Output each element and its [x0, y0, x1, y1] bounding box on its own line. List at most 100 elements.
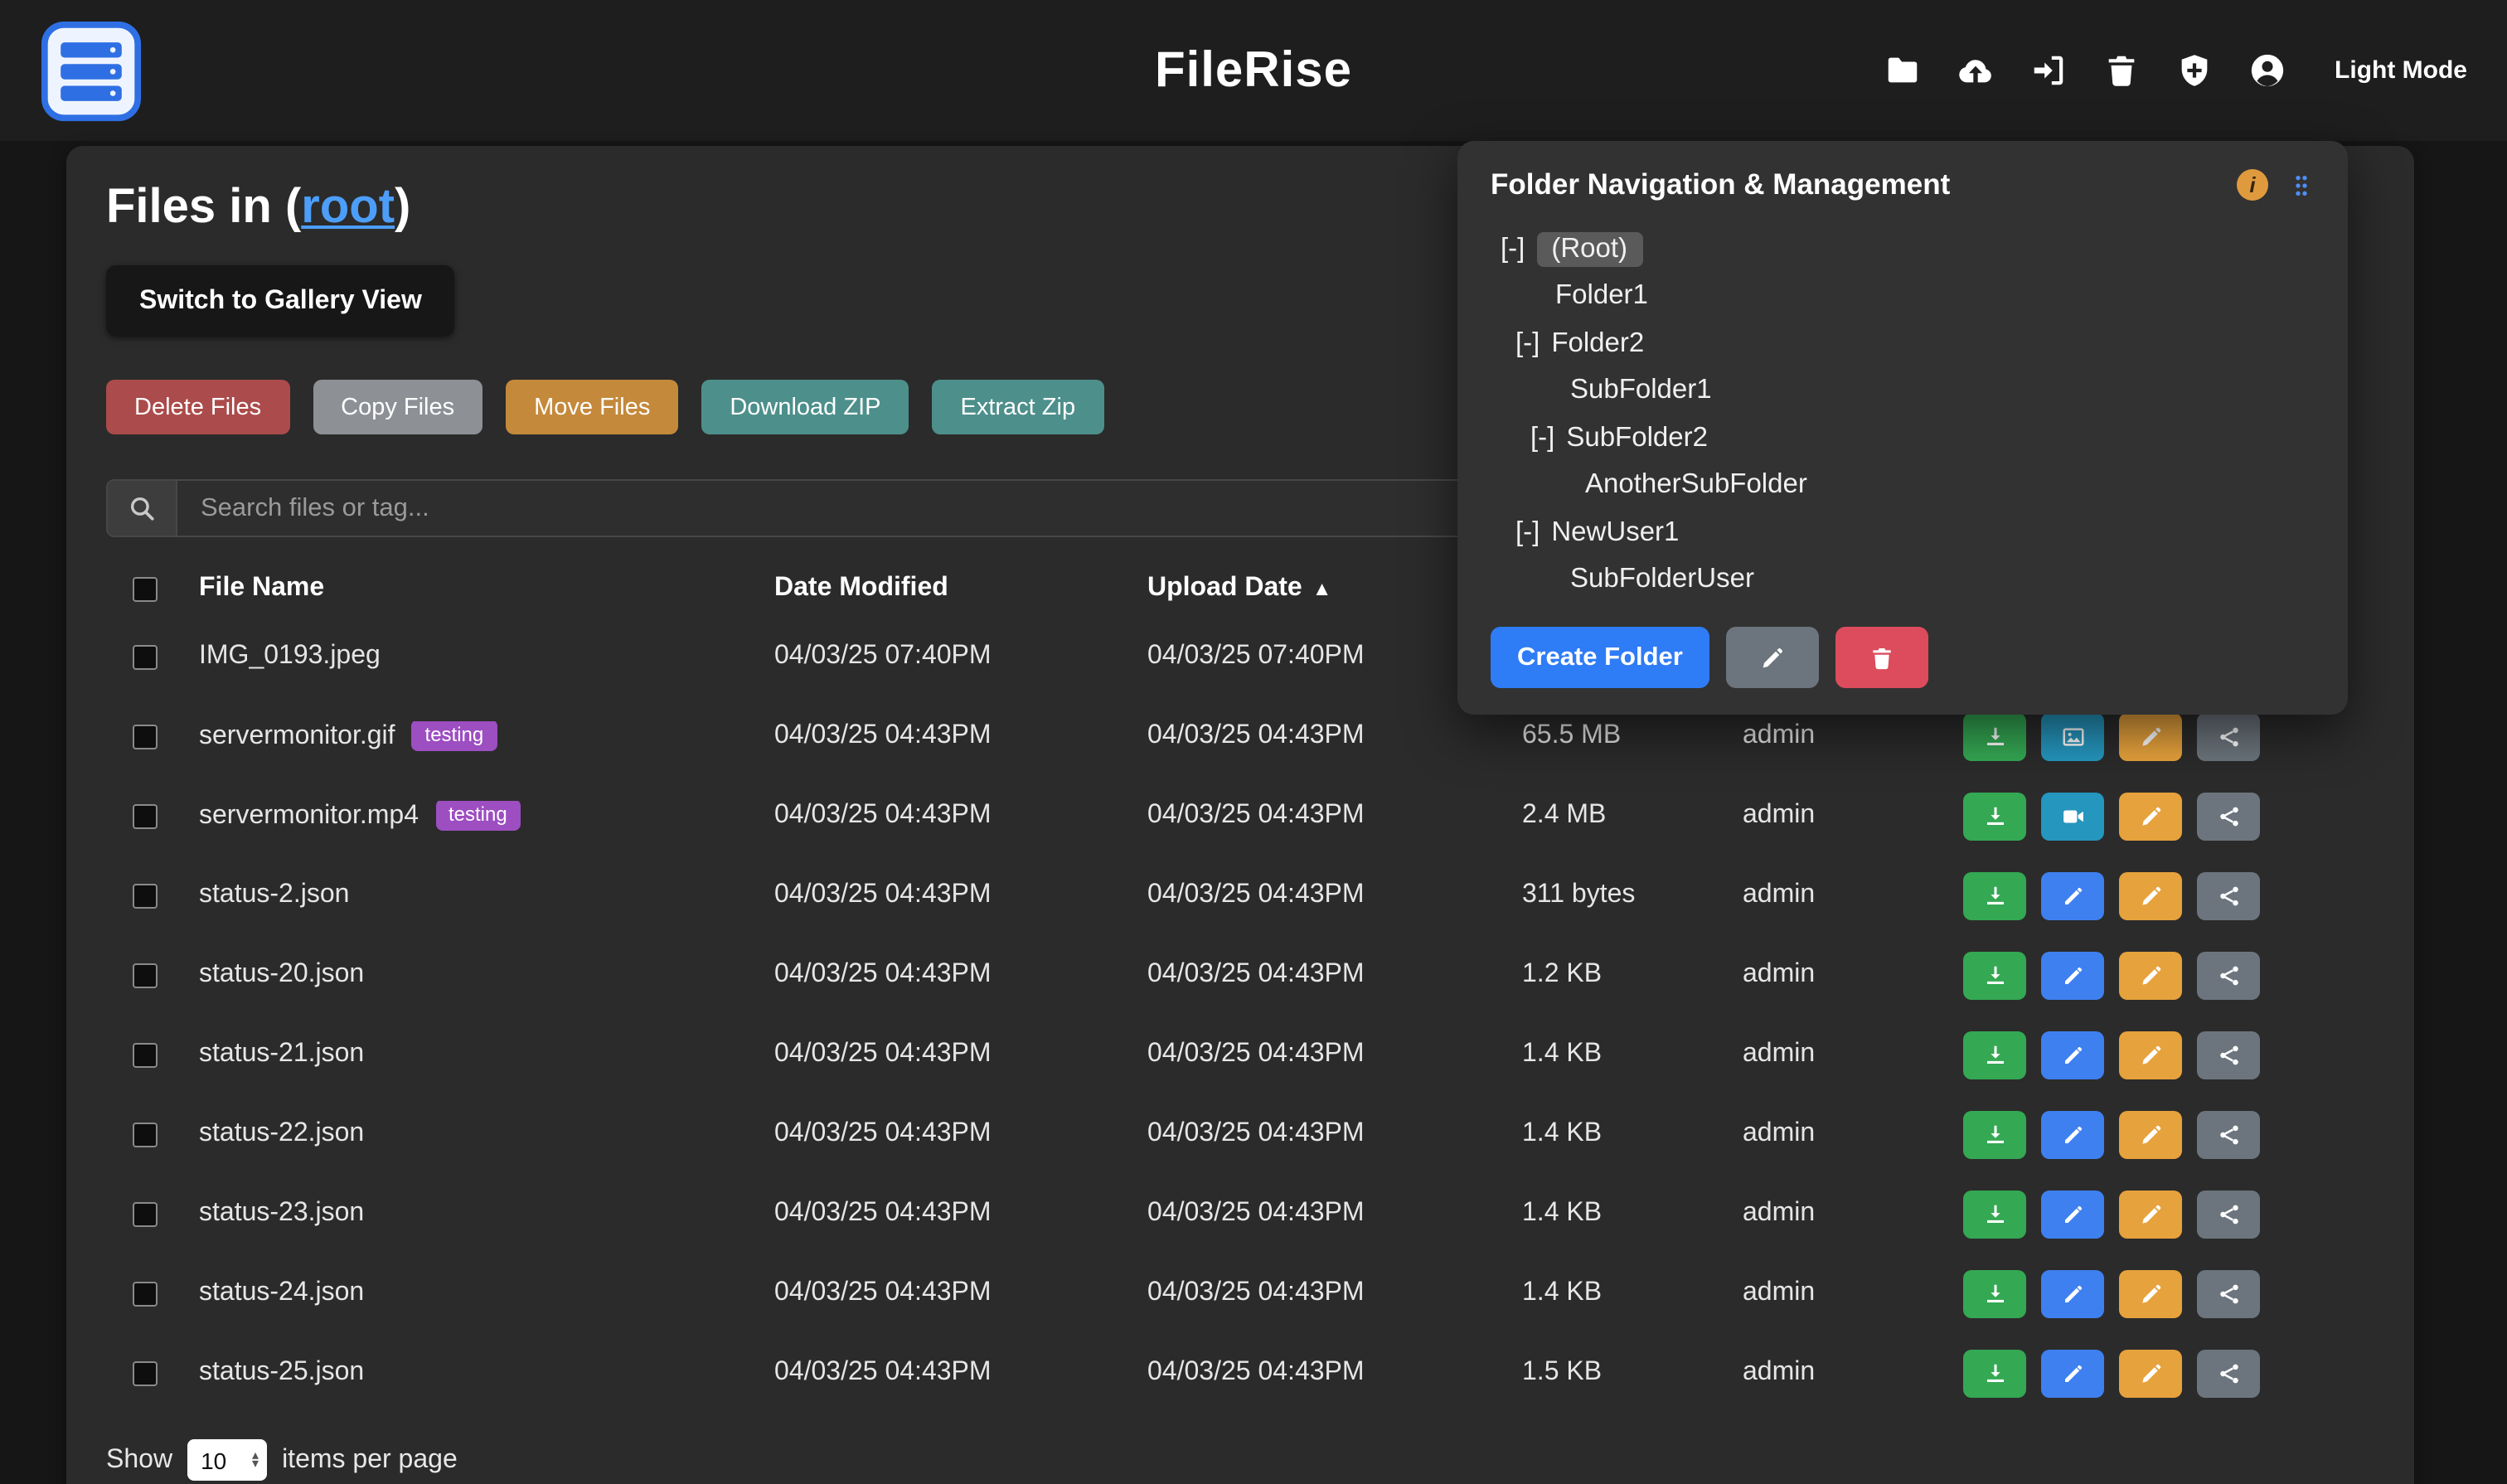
file-name[interactable]: status-22.json — [199, 1119, 364, 1147]
share-button[interactable] — [2197, 1190, 2260, 1238]
search-input[interactable] — [177, 481, 1514, 536]
tree-item-subfolder2[interactable]: [-] SubFolder2 — [1501, 415, 2315, 462]
edit-button[interactable] — [2041, 1269, 2104, 1317]
download-button[interactable] — [1963, 792, 2026, 840]
collapse-marker[interactable]: [-] — [1515, 328, 1540, 360]
tree-item-label[interactable]: SubFolder1 — [1570, 376, 1712, 407]
drag-handle-icon[interactable] — [2288, 170, 2315, 200]
light-mode-toggle[interactable]: Light Mode — [2335, 56, 2467, 85]
tree-item-subfolderuser[interactable]: SubFolderUser — [1501, 556, 2315, 604]
collapse-marker[interactable]: [-] — [1501, 234, 1525, 265]
trash-icon[interactable] — [2102, 51, 2141, 90]
file-name[interactable]: status-20.json — [199, 960, 364, 988]
tree-item-folder1[interactable]: Folder1 — [1501, 273, 2315, 320]
info-icon[interactable]: i — [2237, 169, 2268, 201]
row-checkbox[interactable] — [133, 644, 158, 669]
root-folder-link[interactable]: root — [301, 181, 395, 234]
download-button[interactable] — [1963, 1349, 2026, 1397]
download-button[interactable] — [1963, 951, 2026, 999]
file-name[interactable]: status-21.json — [199, 1040, 364, 1068]
delete-files-button[interactable]: Delete Files — [106, 380, 289, 434]
shield-plus-icon[interactable] — [2175, 51, 2214, 90]
share-button[interactable] — [2197, 871, 2260, 919]
download-button[interactable] — [1963, 1269, 2026, 1317]
extract-zip-button[interactable]: Extract Zip — [933, 380, 1104, 434]
header-date-modified[interactable]: Date Modified — [761, 574, 1134, 604]
share-button[interactable] — [2197, 951, 2260, 999]
tree-item-label[interactable]: NewUser1 — [1551, 517, 1679, 549]
delete-folder-button[interactable] — [1835, 627, 1928, 688]
tree-item-label[interactable]: SubFolderUser — [1570, 565, 1754, 596]
download-zip-button[interactable]: Download ZIP — [701, 380, 909, 434]
file-name[interactable]: status-23.json — [199, 1199, 364, 1227]
rename-button[interactable] — [2119, 1110, 2182, 1158]
folder-icon[interactable] — [1884, 51, 1922, 90]
tree-item-folder2[interactable]: [-] Folder2 — [1501, 320, 2315, 367]
row-checkbox[interactable] — [133, 1042, 158, 1067]
share-button[interactable] — [2197, 792, 2260, 840]
download-button[interactable] — [1963, 712, 2026, 760]
select-all-checkbox[interactable] — [133, 576, 158, 601]
tree-item-root[interactable]: [-] (Root) — [1501, 226, 2315, 273]
gallery-view-button[interactable]: Switch to Gallery View — [106, 265, 455, 337]
rename-button[interactable] — [2119, 1349, 2182, 1397]
share-button[interactable] — [2197, 1110, 2260, 1158]
file-name[interactable]: status-25.json — [199, 1358, 364, 1386]
edit-button[interactable] — [2041, 871, 2104, 919]
share-button[interactable] — [2197, 1269, 2260, 1317]
share-button[interactable] — [2197, 1349, 2260, 1397]
create-folder-button[interactable]: Create Folder — [1491, 627, 1709, 688]
app-logo[interactable] — [40, 19, 143, 122]
preview-image-button[interactable] — [2041, 712, 2104, 760]
share-button[interactable] — [2197, 1031, 2260, 1079]
rename-button[interactable] — [2119, 792, 2182, 840]
tree-item-label[interactable]: Folder2 — [1551, 328, 1644, 360]
tree-item-newuser1[interactable]: [-] NewUser1 — [1501, 509, 2315, 556]
rename-button[interactable] — [2119, 1269, 2182, 1317]
row-checkbox[interactable] — [133, 1122, 158, 1147]
tree-item-label[interactable]: Folder1 — [1555, 281, 1648, 313]
row-checkbox[interactable] — [133, 1201, 158, 1226]
rename-button[interactable] — [2119, 712, 2182, 760]
file-name[interactable]: servermonitor.mp4 — [199, 801, 419, 829]
collapse-marker[interactable]: [-] — [1530, 423, 1554, 454]
tree-item-subfolder1[interactable]: SubFolder1 — [1501, 367, 2315, 415]
row-checkbox[interactable] — [133, 724, 158, 749]
copy-files-button[interactable]: Copy Files — [313, 380, 482, 434]
share-button[interactable] — [2197, 712, 2260, 760]
tree-item-anothersubfolder[interactable]: AnotherSubFolder — [1501, 462, 2315, 509]
edit-button[interactable] — [2041, 1110, 2104, 1158]
file-name[interactable]: IMG_0193.jpeg — [199, 642, 381, 670]
user-circle-icon[interactable] — [2248, 51, 2286, 90]
row-checkbox[interactable] — [133, 963, 158, 987]
edit-button[interactable] — [2041, 1190, 2104, 1238]
row-checkbox[interactable] — [133, 1360, 158, 1385]
edit-button[interactable] — [2041, 1349, 2104, 1397]
file-name[interactable]: servermonitor.gif — [199, 721, 395, 749]
sign-out-icon[interactable] — [2029, 51, 2068, 90]
rename-folder-button[interactable] — [1726, 627, 1819, 688]
tree-item-label[interactable]: SubFolder2 — [1566, 423, 1708, 454]
row-checkbox[interactable] — [133, 803, 158, 828]
preview-video-button[interactable] — [2041, 792, 2104, 840]
row-checkbox[interactable] — [133, 883, 158, 908]
items-per-page-select[interactable]: 10 ▴▾ — [187, 1439, 267, 1481]
download-button[interactable] — [1963, 1031, 2026, 1079]
rename-button[interactable] — [2119, 951, 2182, 999]
download-button[interactable] — [1963, 1110, 2026, 1158]
download-button[interactable] — [1963, 1190, 2026, 1238]
edit-button[interactable] — [2041, 1031, 2104, 1079]
cloud-upload-icon[interactable] — [1957, 51, 1995, 90]
header-file-name[interactable]: File Name — [186, 574, 761, 604]
rename-button[interactable] — [2119, 871, 2182, 919]
file-name[interactable]: status-24.json — [199, 1278, 364, 1307]
edit-button[interactable] — [2041, 951, 2104, 999]
tree-item-label[interactable]: AnotherSubFolder — [1585, 470, 1807, 502]
rename-button[interactable] — [2119, 1031, 2182, 1079]
download-button[interactable] — [1963, 871, 2026, 919]
row-checkbox[interactable] — [133, 1281, 158, 1306]
file-name[interactable]: status-2.json — [199, 880, 349, 909]
rename-button[interactable] — [2119, 1190, 2182, 1238]
tree-item-label[interactable]: (Root) — [1536, 232, 1642, 267]
move-files-button[interactable]: Move Files — [506, 380, 678, 434]
